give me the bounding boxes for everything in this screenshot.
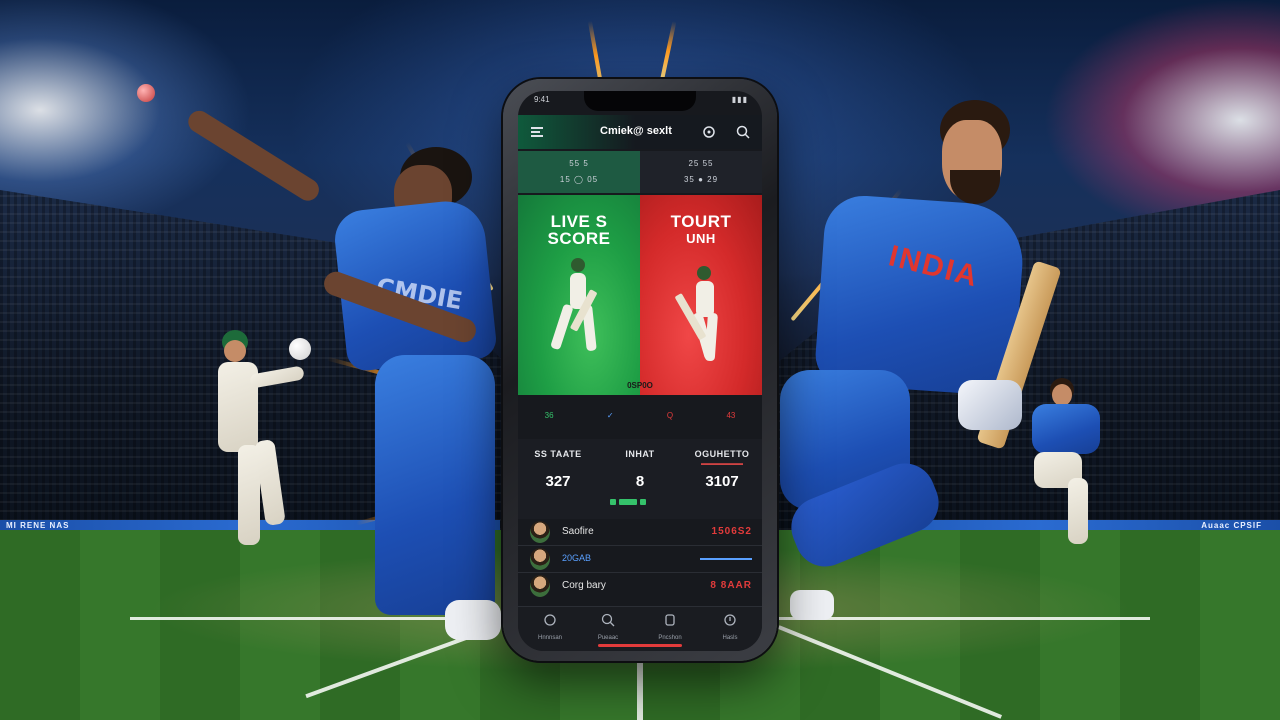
list-item-name: Corg bary — [562, 580, 606, 591]
list-item-score: 8 8AAR — [710, 580, 752, 591]
bottom-navigation: Hnnnsan Pueaac Pncshon Hasls — [518, 606, 762, 651]
nav-search[interactable]: Pueaac — [580, 613, 636, 641]
settings-icon — [724, 614, 736, 626]
tab-item[interactable]: 43 — [726, 411, 735, 429]
mini-score-left-top: 55 5 — [569, 159, 589, 168]
avatar — [530, 548, 550, 570]
stat-left: SS TAATE 327 — [518, 449, 598, 490]
stat-right: OGUHETTO ▬▬▬▬▬▬▬ 3107 — [682, 449, 762, 490]
nav-home-label: Hnnnsan — [537, 635, 563, 641]
stat-sub — [600, 461, 680, 467]
phone-notch — [584, 91, 696, 111]
nav-profile[interactable]: Pncshon — [642, 613, 698, 641]
list-item[interactable]: 20GAB — [518, 546, 762, 573]
stat-sub — [518, 461, 598, 467]
pitch-center-line — [637, 660, 643, 720]
stat-value: 8 — [635, 473, 645, 490]
list-item-name: Saofire — [562, 526, 594, 537]
player-fielder-right — [1030, 378, 1110, 548]
list-item-score: 1506S2 — [711, 526, 752, 537]
avatar — [530, 575, 550, 597]
tab-item[interactable]: ✓ — [607, 411, 614, 429]
nav-settings[interactable]: Hasls — [702, 613, 758, 641]
stat-label: OGUHETTO — [694, 449, 750, 459]
mini-score-right-bottom: 35 ● 29 — [683, 175, 719, 184]
list-item-name: 20GAB — [562, 553, 592, 563]
ad-board-right-text: Auaac CPSIF — [1201, 521, 1262, 530]
tab-row: 36 ✓ Q 43 — [518, 411, 762, 429]
search-icon[interactable] — [734, 123, 752, 141]
stat-indicator — [610, 499, 646, 505]
mini-score-left[interactable]: 55 5 15 ◯ 05 — [518, 151, 640, 193]
smartphone: 9:41 ▮▮▮ Cmiek@ sexlt 55 5 15 ◯ 05 25 55… — [503, 79, 777, 661]
player-batter: INDIA — [780, 100, 1062, 630]
list-item[interactable]: Corg bary 8 8AAR — [518, 573, 762, 599]
home-indicator — [598, 644, 682, 647]
stat-value: 327 — [545, 473, 571, 490]
mini-score-left-bottom: 15 ◯ 05 — [559, 175, 599, 184]
live-score-banner[interactable]: LIVE S SCORE — [518, 195, 640, 395]
nav-profile-label: Pncshon — [658, 635, 682, 641]
home-icon — [544, 614, 556, 626]
status-time: 9:41 — [534, 95, 550, 104]
batter-silhouette-right — [675, 266, 718, 361]
stat-value: 3107 — [705, 473, 739, 490]
batter-silhouette-left — [551, 258, 597, 351]
stat-center: INHAT 8 — [600, 449, 680, 490]
cricket-ball-red — [137, 84, 155, 102]
app-header: Cmiek@ sexlt — [518, 115, 762, 149]
search-icon — [601, 613, 615, 627]
avatar — [530, 521, 550, 543]
mini-score-right[interactable]: 25 55 35 ● 29 — [640, 151, 762, 193]
app-screen: 9:41 ▮▮▮ Cmiek@ sexlt 55 5 15 ◯ 05 25 55… — [518, 91, 762, 651]
hero-tag: 0SP0O — [627, 381, 653, 390]
ad-board-left-text: MI RENE NAS — [6, 521, 70, 530]
menu-icon[interactable] — [528, 123, 546, 141]
refresh-icon[interactable] — [700, 123, 718, 141]
nav-settings-label: Hasls — [722, 635, 738, 641]
mini-score-right-top: 25 55 — [688, 159, 714, 168]
nav-search-label: Pueaac — [597, 635, 619, 641]
profile-icon — [665, 614, 675, 626]
stat-label: SS TAATE — [534, 449, 582, 459]
list-item[interactable]: Saofire 1506S2 — [518, 519, 762, 546]
status-icons: ▮▮▮ — [731, 95, 748, 104]
tournament-banner[interactable]: TOURT UNH — [640, 195, 762, 395]
app-title: Cmiek@ sexlt — [600, 125, 672, 137]
nav-home[interactable]: Hnnnsan — [522, 613, 578, 641]
player-bowler: CMDIE — [180, 95, 510, 645]
match-stats-panel: SS TAATE 327 INHAT 8 OGUHETTO ▬▬▬▬▬▬▬ 31… — [518, 439, 762, 519]
tab-item[interactable]: 36 — [545, 411, 554, 429]
tab-item[interactable]: Q — [667, 411, 673, 429]
stat-label: INHAT — [625, 449, 655, 459]
list-item-bar — [700, 558, 752, 560]
stat-sub: ▬▬▬▬▬▬▬ — [701, 461, 743, 467]
